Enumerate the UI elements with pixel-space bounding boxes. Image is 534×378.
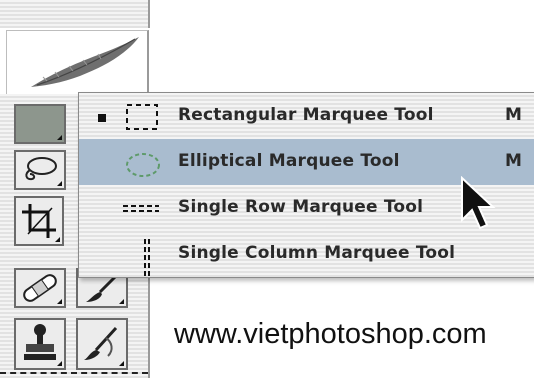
watermark-url: www.vietphotoshop.com <box>174 318 487 350</box>
menu-item-single-column-marquee[interactable]: Single Column Marquee Tool <box>79 231 534 277</box>
feather-icon <box>31 37 139 87</box>
toolbox-logo[interactable] <box>6 30 149 96</box>
menu-item-shortcut: M <box>505 105 522 125</box>
mouse-pointer-icon <box>461 176 496 230</box>
selected-checkmark-icon <box>98 114 106 122</box>
marquee-tool-button[interactable] <box>14 104 66 144</box>
menu-item-label: Single Row Marquee Tool <box>178 197 424 217</box>
lasso-icon <box>25 157 57 181</box>
rectangular-marquee-icon <box>126 104 158 130</box>
toolbox-divider <box>0 372 148 374</box>
menu-item-label: Rectangular Marquee Tool <box>178 105 434 125</box>
stamp-icon <box>24 324 56 360</box>
menu-item-rectangular-marquee[interactable]: Rectangular Marquee Tool M <box>79 93 534 139</box>
history-brush-tool-button[interactable] <box>76 318 128 370</box>
menu-item-shortcut: M <box>505 151 522 171</box>
crop-icon <box>22 204 56 238</box>
history-brush-icon <box>84 326 118 360</box>
bandage-icon <box>23 274 57 302</box>
menu-item-label: Elliptical Marquee Tool <box>178 151 400 171</box>
elliptical-marquee-icon <box>126 153 160 177</box>
lasso-tool-button[interactable] <box>14 150 66 190</box>
single-row-marquee-icon <box>123 205 159 212</box>
menu-item-label: Single Column Marquee Tool <box>178 243 456 263</box>
healing-brush-tool-button[interactable] <box>14 268 66 308</box>
clone-stamp-tool-button[interactable] <box>14 318 66 370</box>
single-column-marquee-icon <box>144 239 150 277</box>
toolbox-header <box>0 0 150 28</box>
crop-tool-button[interactable] <box>14 196 64 246</box>
